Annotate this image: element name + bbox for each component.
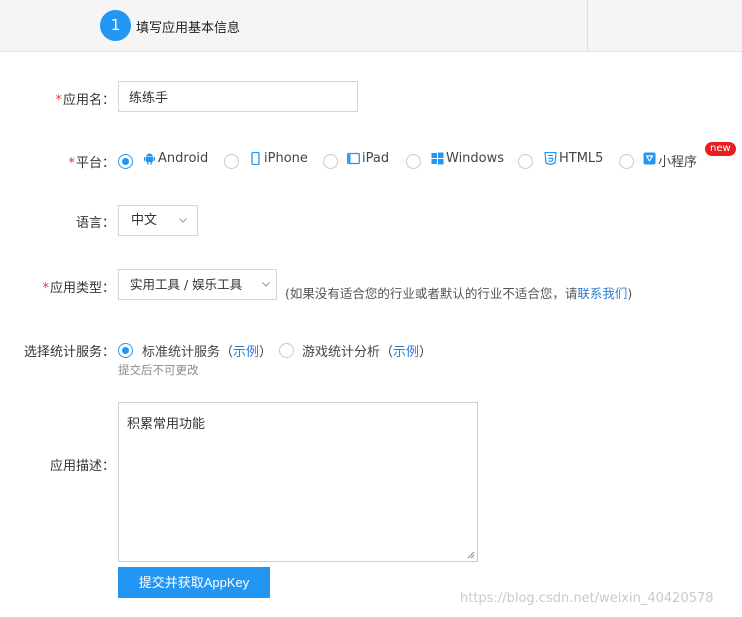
watermark: https://blog.csdn.net/weixin_40420578 [460, 591, 714, 606]
iphone-icon [251, 152, 260, 165]
contact-us-link[interactable]: 联系我们 [577, 286, 627, 301]
standard-example-link[interactable]: 示例 [233, 345, 259, 360]
chevron-down-icon [179, 218, 187, 223]
app-name-label: *应用名： [55, 93, 115, 108]
required-mark: * [42, 281, 49, 296]
description-textarea[interactable]: 积累常用功能 [118, 402, 478, 562]
resize-grip-icon[interactable] [466, 550, 475, 559]
stat-option-standard[interactable]: 标准统计服务（示例） [142, 341, 272, 360]
game-example-link[interactable]: 示例 [393, 345, 419, 360]
required-mark: * [55, 93, 62, 108]
chevron-down-icon [262, 282, 270, 287]
language-select-value: 中文 [131, 213, 158, 228]
stat-service-label: 选择统计服务： [23, 345, 115, 360]
app-type-label: *应用类型： [42, 281, 115, 296]
app-name-input[interactable] [118, 81, 358, 112]
platform-radio-ipad[interactable] [323, 154, 338, 169]
platform-option-android[interactable]: Android [158, 151, 208, 166]
header-divider [587, 0, 588, 52]
language-select[interactable]: 中文 [118, 205, 198, 236]
step-title: 填写应用基本信息 [136, 21, 241, 36]
stat-radio-standard[interactable] [118, 343, 133, 358]
platform-option-html5[interactable]: HTML5 [559, 151, 603, 166]
app-type-select[interactable]: 实用工具 / 娱乐工具 [118, 269, 277, 300]
step-header: 1 填写应用基本信息 [0, 0, 742, 52]
platform-option-mini-program[interactable]: 小程序 [658, 151, 697, 170]
platform-option-windows[interactable]: Windows [446, 151, 504, 166]
platform-label: *平台： [68, 156, 115, 171]
windows-icon [431, 152, 444, 165]
required-mark: * [68, 156, 75, 171]
platform-radio-windows[interactable] [406, 154, 421, 169]
step-number-badge: 1 [100, 10, 131, 41]
stat-service-note: 提交后不可更改 [118, 363, 199, 377]
description-label: 应用描述： [49, 459, 115, 474]
stat-radio-game[interactable] [279, 343, 294, 358]
mini-program-icon [643, 152, 656, 165]
platform-option-iphone[interactable]: iPhone [264, 151, 308, 166]
ipad-icon [347, 152, 360, 165]
platform-option-ipad[interactable]: iPad [362, 151, 389, 166]
platform-radio-mini-program[interactable] [619, 154, 634, 169]
platform-radio-html5[interactable] [518, 154, 533, 169]
app-type-select-value: 实用工具 / 娱乐工具 [130, 277, 243, 292]
html5-icon [544, 152, 557, 165]
stat-option-game[interactable]: 游戏统计分析（示例） [302, 341, 432, 360]
platform-radio-android[interactable] [118, 154, 133, 169]
android-icon [144, 153, 155, 165]
description-value: 积累常用功能 [127, 417, 206, 432]
new-badge: new [705, 142, 736, 156]
app-type-hint: (如果没有适合您的行业或者默认的行业不适合您，请联系我们) [285, 286, 633, 301]
submit-button[interactable]: 提交并获取AppKey [118, 567, 270, 598]
platform-radio-iphone[interactable] [224, 154, 239, 169]
language-label: 语言： [75, 216, 115, 231]
